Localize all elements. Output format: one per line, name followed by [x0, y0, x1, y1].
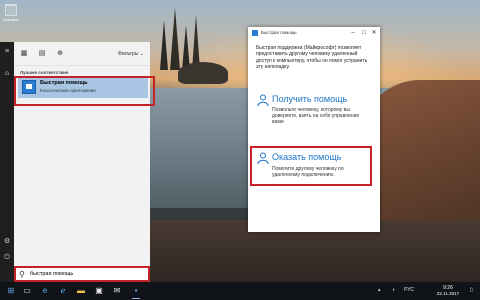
chevron-down-icon: ⌄	[139, 51, 144, 57]
file-explorer-icon[interactable]: ▬	[76, 286, 86, 296]
power-icon[interactable]: ⏻	[3, 254, 11, 262]
settings-icon[interactable]: ⚙	[3, 238, 11, 246]
globe-icon[interactable]: ⊕	[56, 50, 64, 58]
home-icon[interactable]: ⌂	[3, 70, 11, 78]
volume-icon[interactable]: ◖	[392, 287, 395, 293]
ie-browser-icon[interactable]: ℯ	[58, 286, 68, 296]
filters-label: Фильтры	[118, 51, 139, 57]
network-icon[interactable]: ▴	[378, 287, 381, 293]
give-help-highlight-frame	[250, 146, 372, 186]
window-app-icon	[252, 30, 258, 36]
quick-assist-taskbar-icon[interactable]: ▪	[131, 286, 141, 299]
window-title: Быстрая помощь	[261, 30, 297, 35]
recycle-bin[interactable]: Корзина	[3, 4, 19, 22]
recycle-bin-label: Корзина	[3, 17, 19, 22]
quick-assist-description: Быстрая поддержка (Майкрософт) позволяет…	[256, 45, 368, 71]
results-toolbar: ▦ ▤ ⊕ Фильтры ⌄	[14, 42, 150, 66]
document-icon[interactable]: ▤	[38, 50, 46, 58]
window-titlebar[interactable]: Быстрая помощь – □ ✕	[248, 27, 380, 39]
start-rail: ≡ ⌂ ⚙ ⏻	[0, 42, 14, 282]
task-view-icon[interactable]: ▭	[22, 286, 32, 296]
maximize-icon[interactable]: □	[359, 29, 369, 37]
taskbar: ⊞ ▭ e ℯ ▬ ▣ ✉ ▪ ▴ ◖ РУС 9:26 22.11.2017 …	[0, 282, 480, 300]
rock-island	[178, 62, 228, 84]
clock-date: 22.11.2017	[436, 291, 460, 296]
edge-browser-icon[interactable]: e	[40, 286, 50, 296]
quick-assist-window: Быстрая помощь – □ ✕ Быстрая поддержка (…	[248, 27, 380, 232]
clock[interactable]: 9:26 22.11.2017	[432, 285, 464, 297]
notifications-icon[interactable]: ▯	[470, 287, 473, 293]
search-highlight-frame	[14, 266, 150, 282]
mail-icon[interactable]: ✉	[112, 286, 122, 296]
minimize-icon[interactable]: –	[348, 29, 358, 37]
windows-start-icon[interactable]: ⊞	[6, 286, 16, 296]
filters-dropdown[interactable]: Фильтры ⌄	[118, 51, 144, 57]
best-match-highlight-frame	[14, 76, 155, 106]
keyboard-language[interactable]: РУС	[404, 287, 414, 293]
close-icon[interactable]: ✕	[369, 29, 379, 37]
recycle-bin-icon	[5, 4, 17, 16]
pine-trees	[160, 8, 200, 70]
best-match-heading: Лучшее соответствие	[20, 70, 69, 75]
get-help-title[interactable]: Получить помощь	[272, 94, 347, 104]
get-help-description: Позвольте человеку, которому вы доверяет…	[272, 107, 360, 126]
apps-grid-icon[interactable]: ▦	[20, 50, 28, 58]
store-icon[interactable]: ▣	[94, 286, 104, 296]
hamburger-menu-icon[interactable]: ≡	[3, 48, 11, 56]
person-icon	[257, 94, 269, 106]
